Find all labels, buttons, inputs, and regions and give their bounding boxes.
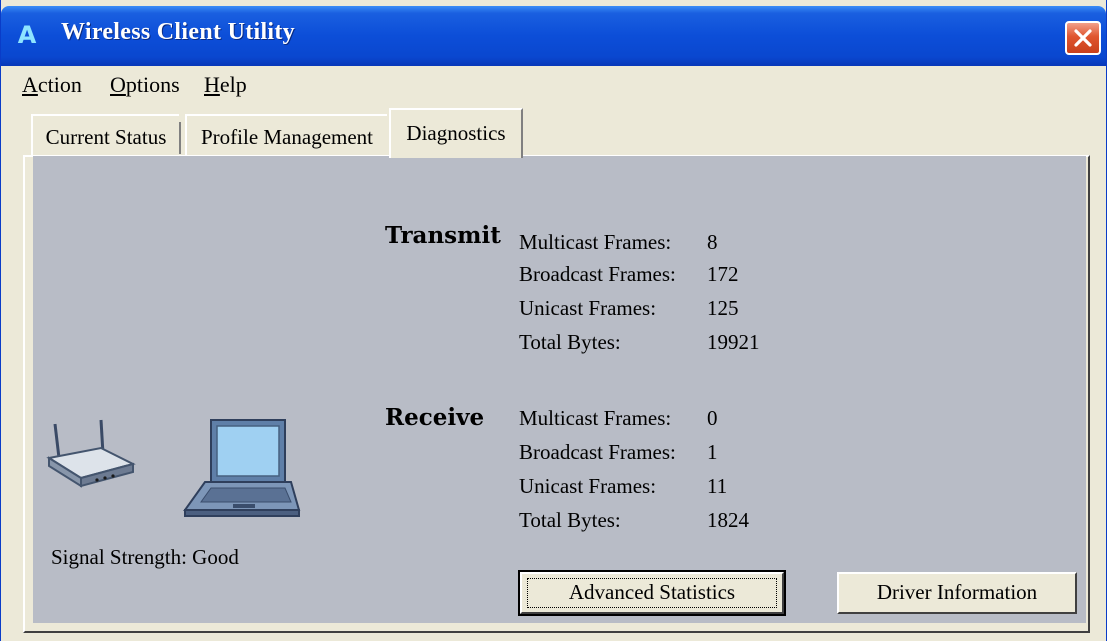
tab-separator xyxy=(179,122,181,154)
menu-options-mnemonic: O xyxy=(110,72,126,97)
rx-broadcast-value: 1 xyxy=(707,440,718,464)
tx-unicast-label: Unicast Frames: xyxy=(519,296,657,320)
tx-broadcast-value: 172 xyxy=(707,262,739,286)
menu-options-label: ptions xyxy=(125,72,180,97)
tab-profile-management[interactable]: Profile Management xyxy=(185,114,387,156)
tx-totalbytes-label: Total Bytes: xyxy=(519,330,621,354)
transmit-title: Transmit xyxy=(385,222,501,249)
signal-strength-value: Good xyxy=(192,545,239,569)
tx-broadcast-label: Broadcast Frames: xyxy=(519,262,676,286)
rx-multicast-label: Multicast Frames: xyxy=(519,406,672,430)
rx-totalbytes-label: Total Bytes: xyxy=(519,508,621,532)
menu-action-label: ction xyxy=(37,72,82,97)
menu-help-label: elp xyxy=(219,72,247,97)
menu-action[interactable]: Action xyxy=(22,72,82,98)
tx-unicast-value: 125 xyxy=(707,296,739,320)
menu-bar: Action Options Help xyxy=(2,66,1106,104)
receive-title: Receive xyxy=(385,404,485,431)
tx-totalbytes-value: 19921 xyxy=(707,330,760,354)
menu-help-mnemonic: H xyxy=(204,72,220,97)
title-bar[interactable]: A Wireless Client Utility xyxy=(1,6,1106,66)
focus-rect xyxy=(527,578,777,608)
laptop-icon xyxy=(183,419,301,517)
rx-broadcast-label: Broadcast Frames: xyxy=(519,440,676,464)
menu-action-mnemonic: A xyxy=(22,72,38,97)
rx-multicast-value: 0 xyxy=(707,406,718,430)
driver-information-label: Driver Information xyxy=(876,580,1038,604)
rx-totalbytes-value: 1824 xyxy=(707,508,749,532)
tab-diagnostics[interactable]: Diagnostics xyxy=(389,108,523,158)
signal-strength-label: Signal Strength: xyxy=(51,545,187,569)
menu-options[interactable]: Options xyxy=(110,72,180,98)
router-icon xyxy=(46,419,136,488)
menu-help[interactable]: Help xyxy=(204,72,247,98)
rx-unicast-value: 11 xyxy=(707,474,728,498)
window-title: Wireless Client Utility xyxy=(61,19,295,45)
rx-unicast-label: Unicast Frames: xyxy=(519,474,657,498)
tx-multicast-value: 8 xyxy=(707,230,718,254)
advanced-statistics-button[interactable]: Advanced Statistics xyxy=(518,570,786,616)
tab-current-status[interactable]: Current Status xyxy=(31,114,179,156)
app-icon: A xyxy=(17,21,37,49)
signal-strength: Signal Strength: Good xyxy=(51,545,239,570)
tx-multicast-label: Multicast Frames: xyxy=(519,230,672,254)
driver-information-button[interactable]: Driver Information xyxy=(837,572,1077,614)
app-window: A Wireless Client Utility Action Options… xyxy=(0,0,1107,641)
close-icon xyxy=(1074,29,1092,47)
close-button[interactable] xyxy=(1065,21,1101,55)
